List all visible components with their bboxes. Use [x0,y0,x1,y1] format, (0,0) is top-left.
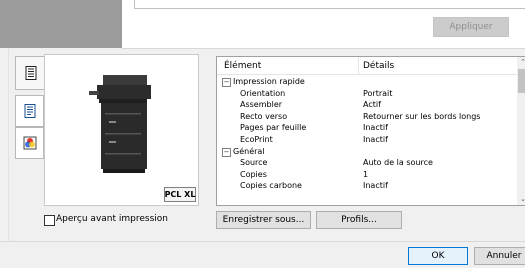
row-element-name: Copies [240,169,267,179]
tab-document[interactable] [15,95,44,127]
table-group-row[interactable]: − Impression rapide [217,76,517,87]
printer-preview-panel [44,54,199,206]
table-row[interactable]: Copies carbone Inactif [217,180,517,191]
row-element-name: Assembler [240,100,283,110]
row-element-name: Pages par feuille [240,123,307,133]
cancel-button[interactable]: Annuler [474,247,525,265]
row-detail-value: Retourner sur les bords longs [363,111,481,121]
row-detail-value: 1 [363,169,369,179]
table-row[interactable]: Assembler Actif [217,99,517,110]
apply-button[interactable]: Appliquer [433,17,509,37]
printer-status-icon [25,66,37,80]
table-scrollbar[interactable]: ⌃ ⌄ [517,57,525,205]
table-row[interactable]: Source Auto de la source [217,157,517,168]
tab-printer-status[interactable] [15,56,46,90]
row-detail-value: Auto de la source [363,158,433,168]
save-as-button[interactable]: Enregistrer sous... [216,211,311,229]
column-header-element[interactable]: Élément [224,61,261,71]
printer-image [89,75,151,173]
row-element-name: Impression rapide [233,77,305,86]
left-strip [0,48,9,267]
row-detail-value: Inactif [363,181,388,191]
print-preview-checkbox[interactable] [44,215,55,226]
print-preview-label[interactable]: Aperçu avant impression [56,214,168,224]
scroll-down-arrow-icon[interactable]: ⌄ [520,195,525,203]
table-row[interactable]: Copies 1 [217,169,517,180]
row-detail-value: Inactif [363,135,388,144]
column-divider[interactable] [358,57,359,74]
row-element-name: EcoPrint [240,135,273,144]
row-detail-value: Actif [363,100,381,110]
row-detail-value: Portrait [363,88,393,98]
row-element-name: Général [233,146,265,156]
scroll-thumb[interactable] [518,69,525,93]
collapse-toggle-icon[interactable]: − [222,147,231,157]
color-icon [23,136,36,150]
row-element-name: Recto verso [240,111,288,121]
table-row[interactable]: Pages par feuille Inactif [217,122,517,133]
row-element-name: Orientation [240,88,286,98]
document-icon [24,104,35,118]
profiles-button[interactable]: Profils... [316,211,402,229]
tab-color[interactable] [15,127,44,159]
table-row[interactable]: Recto verso Retourner sur les bords longs [217,111,517,122]
table-row[interactable]: Orientation Portrait [217,88,517,99]
row-detail-value: Inactif [363,123,388,133]
table-row[interactable]: EcoPrint Inactif [217,134,517,145]
ok-button[interactable]: OK [408,247,468,265]
settings-summary-table: Élément Détails − Impression rapide Orient… [216,56,525,206]
table-group-row[interactable]: − Général [217,146,517,157]
pcl-xl-badge: PCL XL [164,187,196,202]
column-header-details[interactable]: Détails [363,61,394,71]
top-inner-frame [134,0,525,9]
top-left-strip [0,0,122,48]
row-element-name: Source [240,158,268,168]
scroll-up-arrow-icon[interactable]: ⌃ [520,58,525,66]
table-header: Élément Détails [217,57,517,75]
row-element-name: Copies carbone [240,181,302,191]
collapse-toggle-icon[interactable]: − [222,78,231,87]
